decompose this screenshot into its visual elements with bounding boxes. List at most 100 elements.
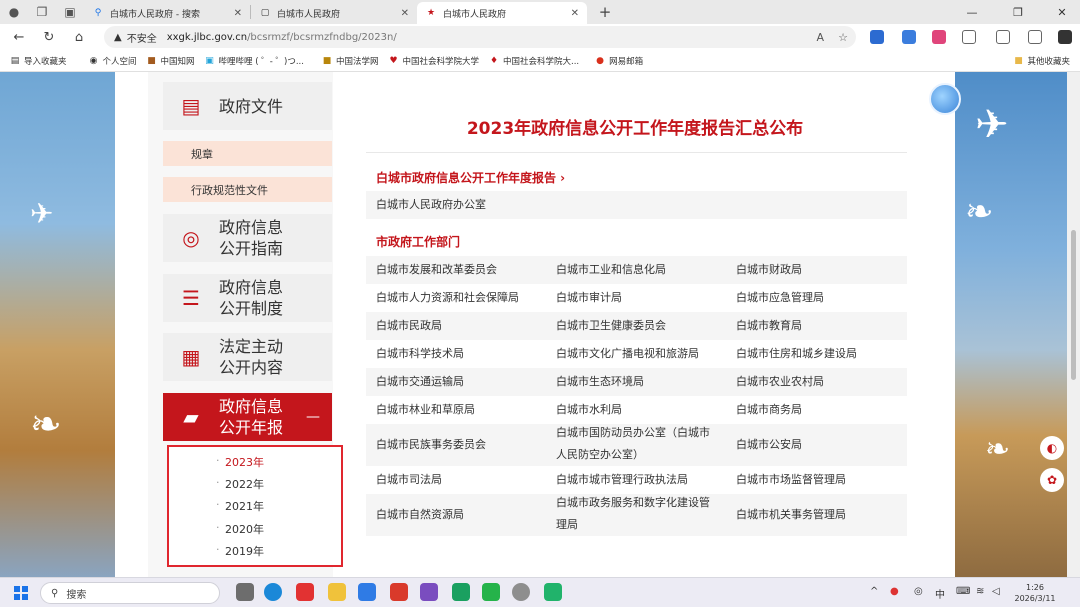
favorites-icon[interactable] [996,30,1010,44]
bookmark-163-mail[interactable]: ● 网易邮箱 [595,55,643,67]
close-icon[interactable]: ✕ [401,8,409,19]
page-scrollbar[interactable] [1067,72,1080,577]
sidebar-toggle-icon[interactable] [1058,30,1072,44]
tab-government-active[interactable]: ★ 白城市人民政府 ✕ [417,2,587,24]
department-link[interactable]: 白城市政务服务和数字化建设管理局 [556,492,716,534]
chevron-up-icon[interactable]: ^ [870,586,878,597]
taskbar-search[interactable]: ⚲ 搜索 [40,582,220,604]
year-link-2021[interactable]: 2021年 [216,498,264,514]
department-link[interactable]: 白城市公安局 [736,424,896,466]
accessibility-icon[interactable]: ◐ [1040,436,1064,460]
favorite-star-icon[interactable]: ☆ [838,31,848,44]
close-icon[interactable]: ✕ [571,8,579,19]
tab-government-1[interactable]: ▢ 白城市人民政府 ✕ [251,2,417,24]
department-link[interactable]: 白城市民政局 [376,312,536,340]
department-link[interactable]: 白城市应急管理局 [736,284,896,312]
menu-disclosure-system[interactable]: ☰ 政府信息 公开制度 [163,274,332,322]
menu-government-documents[interactable]: ▤ 政府文件 [163,82,332,130]
menu-statutory-content[interactable]: ▦ 法定主动 公开内容 [163,333,332,381]
sub-item-regulations[interactable]: 规章 [163,141,332,166]
bookmark-other-folder[interactable]: ■ 其他收藏夹 [1013,55,1070,67]
section-title-city-report[interactable]: 白城市政府信息公开工作年度报告 › [376,169,565,186]
department-link[interactable]: 白城市教育局 [736,312,896,340]
whiteboard-icon[interactable] [544,583,562,601]
extensions-puzzle-icon[interactable] [962,30,976,44]
department-link[interactable]: 白城市农业农村局 [736,368,896,396]
link-city-office[interactable]: 白城市人民政府办公室 [376,191,486,219]
tab-actions-icon[interactable]: ▣ [56,0,84,24]
bookmark-cass-university[interactable]: ♥ 中国社会科学院大学 [388,55,479,67]
messages-icon[interactable] [452,583,470,601]
department-link[interactable]: 白城市审计局 [556,284,716,312]
department-link[interactable]: 白城市生态环境局 [556,368,716,396]
bookmark-import[interactable]: ▤ 导入收藏夹 [10,55,67,67]
minimize-icon[interactable]: — [954,0,990,24]
sub-item-normative-documents[interactable]: 行政规范性文件 [163,177,332,202]
security-tray-icon[interactable]: ● [890,586,899,597]
bookmark-personal-space[interactable]: ◉ 个人空间 [89,55,137,67]
department-link[interactable]: 白城市发展和改革委员会 [376,256,536,284]
bookmark-law[interactable]: ■ 中国法学网 [322,55,379,67]
location-icon[interactable]: ◎ [914,586,923,597]
read-aloud-icon[interactable]: A [816,31,824,44]
extension-icon[interactable] [902,30,916,44]
collapse-icon[interactable]: — [306,409,320,425]
menu-annual-report[interactable]: ▰ 政府信息 公开年报 — [163,393,332,441]
department-link[interactable]: 白城市交通运输局 [376,368,536,396]
department-link[interactable]: 白城市国防动员办公室（白城市人民防空办公室） [556,422,716,464]
home-icon[interactable]: ⌂ [64,30,94,45]
wechat-icon[interactable] [482,583,500,601]
youdao-icon[interactable] [296,583,314,601]
department-link[interactable]: 白城市机关事务管理局 [736,494,896,536]
restore-icon[interactable]: ❐ [1000,0,1036,24]
extension-icon[interactable] [870,30,884,44]
department-link[interactable]: 白城市司法局 [376,466,536,494]
refresh-icon[interactable]: ↻ [34,30,64,45]
clock[interactable]: 1:26 2026/3/11 [1010,582,1060,604]
year-link-2022[interactable]: 2022年 [216,476,264,492]
menu-disclosure-guide[interactable]: ◎ 政府信息 公开指南 [163,214,332,262]
task-view-icon[interactable] [236,583,254,601]
department-link[interactable]: 白城市人力资源和社会保障局 [376,284,536,312]
department-link[interactable]: 白城市财政局 [736,256,896,284]
department-link[interactable]: 白城市工业和信息化局 [556,256,716,284]
windows-start-icon[interactable] [14,586,28,600]
ime-indicator[interactable]: 中 [935,586,945,601]
todo-icon[interactable] [358,583,376,601]
department-link[interactable]: 白城市城市管理行政执法局 [556,466,716,494]
settings-icon[interactable] [512,583,530,601]
department-link[interactable]: 白城市自然资源局 [376,494,536,536]
department-link[interactable]: 白城市文化广播电视和旅游局 [556,340,716,368]
close-icon[interactable]: ✕ [234,8,242,19]
floating-assistant-icon[interactable] [929,83,961,115]
year-link-2023[interactable]: 2023年 [216,454,264,470]
department-link[interactable]: 白城市商务局 [736,396,896,424]
profile-icon[interactable]: ● [0,0,28,24]
collections-icon[interactable] [1028,30,1042,44]
workspaces-icon[interactable]: ❐ [28,0,56,24]
close-window-icon[interactable]: ✕ [1044,0,1080,24]
extension-icon[interactable] [932,30,946,44]
volume-icon[interactable]: ◁ [992,586,1000,597]
year-link-2020[interactable]: 2020年 [216,521,264,537]
wps-icon[interactable] [390,583,408,601]
bookmark-bilibili[interactable]: ▣ 哔哩哔哩 ( ゜- ゜)つ... [205,55,304,67]
department-link[interactable]: 白城市水利局 [556,396,716,424]
scroll-thumb[interactable] [1071,230,1076,380]
new-tab-button[interactable]: + [593,3,617,21]
share-icon[interactable]: ✿ [1040,468,1064,492]
department-link[interactable]: 白城市住房和城乡建设局 [736,340,896,368]
file-explorer-icon[interactable] [328,583,346,601]
url-input[interactable]: ▲ 不安全 xxgk.jlbc.gov.cn /bcsrmzf/bcsrmzfn… [104,26,856,48]
department-link[interactable]: 白城市市场监督管理局 [736,466,896,494]
back-icon[interactable]: ← [4,30,34,45]
onenote-icon[interactable] [420,583,438,601]
department-link[interactable]: 白城市民族事务委员会 [376,424,536,466]
department-link[interactable]: 白城市卫生健康委员会 [556,312,716,340]
department-link[interactable]: 白城市科学技术局 [376,340,536,368]
wifi-icon[interactable]: ≋ [976,586,984,597]
tab-search[interactable]: ⚲ 白城市人民政府 - 搜索 ✕ [84,2,250,24]
department-link[interactable]: 白城市林业和草原局 [376,396,536,424]
year-link-2019[interactable]: 2019年 [216,543,264,559]
edge-icon[interactable] [264,583,282,601]
